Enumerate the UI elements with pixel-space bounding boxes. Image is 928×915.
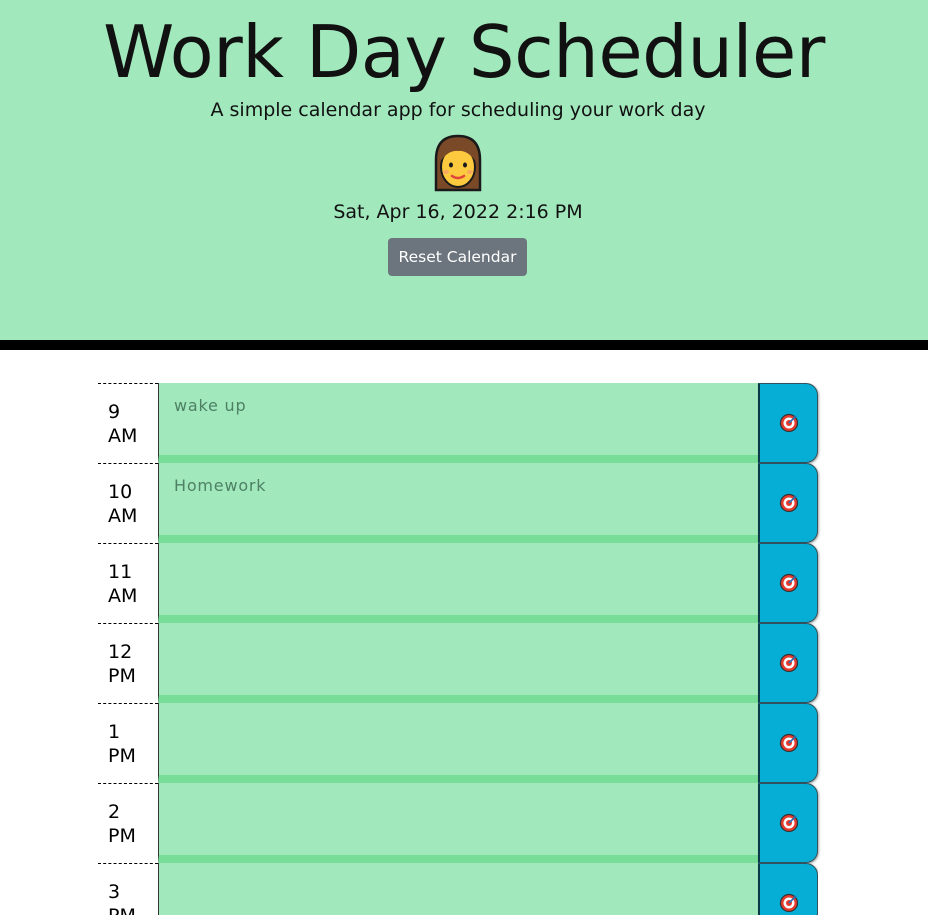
save-button[interactable] [758, 463, 818, 543]
hour-label: 9 AM [98, 383, 158, 463]
target-icon [779, 733, 798, 753]
task-input[interactable] [158, 703, 758, 783]
timeblock-row: 12 PM [98, 623, 818, 703]
task-input[interactable] [158, 863, 758, 915]
timeblock-row: 3 PM [98, 863, 818, 915]
page-title: Work Day Scheduler [103, 10, 825, 94]
target-icon [779, 813, 798, 833]
hour-number: 11 [108, 561, 133, 583]
timeblock-row: 2 PM [98, 783, 818, 863]
hour-period: PM [108, 825, 136, 847]
hour-label: 10 AM [98, 463, 158, 543]
task-input[interactable]: Homework [158, 463, 758, 543]
task-input[interactable] [158, 623, 758, 703]
task-input[interactable] [158, 783, 758, 863]
hour-label: 2 PM [98, 783, 158, 863]
hour-period: PM [108, 745, 136, 767]
hour-number: 10 [108, 481, 133, 503]
hour-number: 2 [108, 801, 121, 823]
save-button[interactable] [758, 383, 818, 463]
target-icon [779, 413, 798, 433]
target-icon [779, 653, 798, 673]
hour-number: 3 [108, 881, 121, 903]
hour-period: AM [108, 505, 138, 527]
target-icon [779, 493, 798, 513]
hour-number: 1 [108, 721, 121, 743]
timeblock-row: 11 AM [98, 543, 818, 623]
target-icon [779, 573, 798, 593]
reset-calendar-button[interactable]: Reset Calendar [388, 238, 527, 276]
hour-label: 11 AM [98, 543, 158, 623]
save-button[interactable] [758, 703, 818, 783]
hour-period: AM [108, 585, 138, 607]
current-datetime: Sat, Apr 16, 2022 2:16 PM [333, 201, 583, 223]
task-input[interactable] [158, 543, 758, 623]
page-subtitle: A simple calendar app for scheduling you… [210, 99, 706, 121]
hour-period: PM [108, 665, 136, 687]
hour-period: PM [108, 905, 136, 915]
hour-label: 1 PM [98, 703, 158, 783]
timeblock-row: 10 AM Homework [98, 463, 818, 543]
hour-number: 12 [108, 641, 133, 663]
hour-period: AM [108, 425, 138, 447]
target-icon [779, 893, 798, 913]
timeblock-row: 9 AM wake up [98, 383, 818, 463]
woman-emoji-icon [434, 134, 482, 192]
timeblock-row: 1 PM [98, 703, 818, 783]
save-button[interactable] [758, 863, 818, 915]
hour-label: 3 PM [98, 863, 158, 915]
save-button[interactable] [758, 783, 818, 863]
save-button[interactable] [758, 543, 818, 623]
hour-number: 9 [108, 401, 121, 423]
header-jumbotron: Work Day Scheduler A simple calendar app… [0, 0, 928, 340]
header-divider [0, 340, 928, 350]
save-button[interactable] [758, 623, 818, 703]
task-input[interactable]: wake up [158, 383, 758, 463]
hour-label: 12 PM [98, 623, 158, 703]
